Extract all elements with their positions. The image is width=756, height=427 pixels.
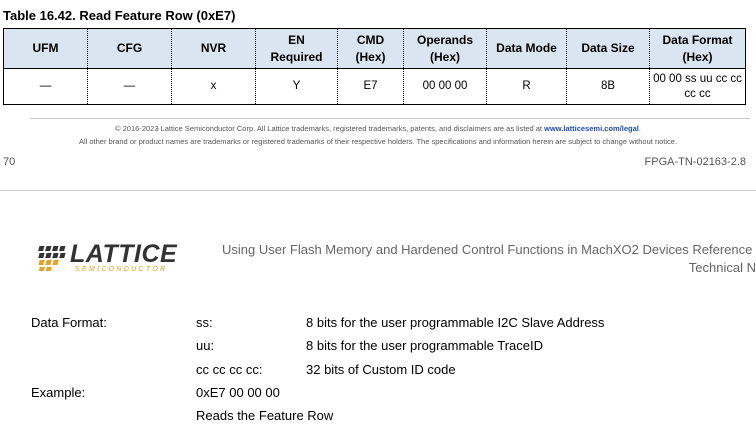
field-uu-desc: 8 bits for the user programmable TraceID [306, 338, 543, 353]
logo-wordmark: LATTICE [70, 240, 178, 268]
header-operands: Operands (Hex) [403, 28, 487, 69]
field-cc-desc: 32 bits of Custom ID code [306, 362, 456, 377]
lattice-logo-icon [38, 246, 66, 271]
table-header-row: UFM CFG NVR EN Required CMD (Hex) Operan… [3, 28, 746, 69]
field-ss-desc: 8 bits for the user programmable I2C Sla… [306, 315, 605, 330]
footer-trademarks: All other brand or product names are tra… [78, 137, 678, 146]
footer-copyright-text: © 2016-2023 Lattice Semiconductor Corp. … [115, 124, 545, 133]
document-header-title: Using User Flash Memory and Hardened Con… [222, 242, 756, 257]
data-format-label: Data Format: [31, 315, 107, 330]
field-cc-name: cc cc cc cc: [196, 362, 263, 377]
table-title: Table 16.42. Read Feature Row (0xE7) [3, 8, 236, 23]
document-header-subtitle: Technical N [688, 260, 756, 275]
example-label: Example: [31, 385, 86, 400]
cell-data-size: 8B [566, 68, 650, 105]
header-data-format: Data Format (Hex) [649, 28, 746, 69]
header-en-required: EN Required [255, 28, 338, 69]
footer-copyright: © 2016-2023 Lattice Semiconductor Corp. … [0, 124, 756, 133]
field-uu-name: uu: [196, 338, 215, 353]
legal-link[interactable]: www.latticesemi.com/legal [544, 124, 639, 133]
document-number: FPGA-TN-02163-2.8 [644, 156, 746, 168]
logo-subtext: SEMICONDUCTOR [75, 266, 168, 273]
example-description: Reads the Feature Row [196, 408, 334, 423]
cell-ufm: — [3, 68, 88, 105]
read-feature-row-table: UFM CFG NVR EN Required CMD (Hex) Operan… [3, 28, 746, 105]
footer-divider [30, 118, 750, 119]
table-row: — — x Y E7 00 00 00 R 8B 00 00 ss uu cc … [3, 68, 746, 105]
example-command: 0xE7 00 00 00 [196, 385, 280, 400]
header-data-mode: Data Mode [486, 28, 567, 69]
cell-nvr: x [171, 68, 256, 105]
cell-data-mode: R [486, 68, 567, 105]
header-cfg: CFG [87, 28, 172, 69]
field-ss-name: ss: [196, 315, 213, 330]
footer-period: . [638, 124, 641, 133]
cell-data-format: 00 00 ss uu cc cc cc cc [649, 68, 746, 105]
cell-operands: 00 00 00 [403, 68, 487, 105]
header-nvr: NVR [171, 28, 256, 69]
page-break [0, 190, 756, 191]
cell-cfg: — [87, 68, 172, 105]
header-cmd: CMD (Hex) [337, 28, 404, 69]
page-number: 70 [3, 156, 16, 168]
header-data-size: Data Size [566, 28, 650, 69]
header-ufm: UFM [3, 28, 88, 69]
cell-en-required: Y [255, 68, 338, 105]
cell-cmd: E7 [337, 68, 404, 105]
